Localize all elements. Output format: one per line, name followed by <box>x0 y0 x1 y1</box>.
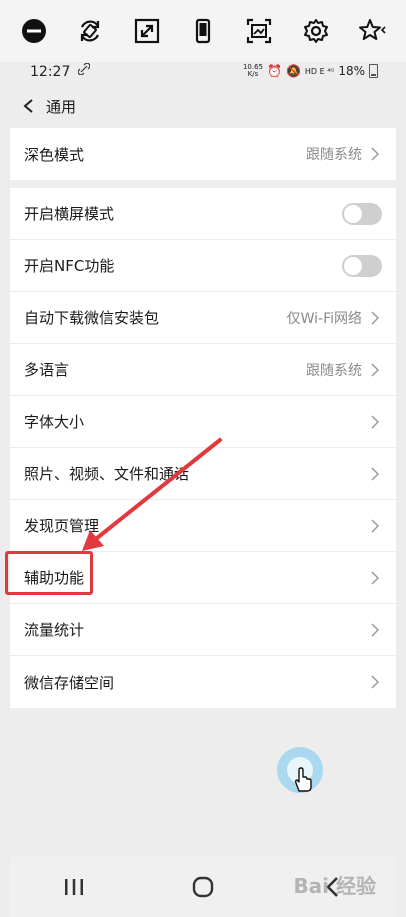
chevron-right-icon <box>366 361 384 379</box>
alarm-icon: ⏰ <box>266 64 282 78</box>
watermark: Bai 经验 <box>293 874 376 898</box>
link-icon <box>77 62 91 78</box>
nav-bar: 通用 <box>10 88 396 124</box>
chevron-right-icon <box>366 145 384 163</box>
row-label: 开启NFC功能 <box>24 257 115 275</box>
row-value: 仅Wi-Fi网络 <box>286 310 362 327</box>
landscape-toggle[interactable] <box>342 202 382 225</box>
minus-circle-icon[interactable] <box>17 14 51 48</box>
row-label: 多语言 <box>24 361 70 379</box>
status-indicators: 10.65 K/s ⏰ 🔕 HD E ⁴ᴳ 18% <box>243 64 378 78</box>
settings-row-data-usage[interactable]: 流量统计 <box>10 604 396 656</box>
battery-icon <box>369 64 378 78</box>
settings-row-font-size[interactable]: 字体大小 <box>10 396 396 448</box>
home-icon[interactable] <box>183 867 223 907</box>
settings-row-storage[interactable]: 微信存储空间 <box>10 656 396 708</box>
status-time: 12:27 <box>30 64 71 80</box>
settings-row-language[interactable]: 多语言 跟随系统 <box>10 344 396 396</box>
chevron-right-icon <box>366 413 384 431</box>
row-label: 开启横屏模式 <box>24 205 115 223</box>
network-speed: 10.65 K/s <box>242 63 263 78</box>
toggle-knob <box>344 256 362 275</box>
settings-row-dark-mode[interactable]: 深色模式 跟随系统 <box>10 128 396 180</box>
row-value: 跟随系统 <box>306 147 362 163</box>
signal-indicators: HD E ⁴ᴳ <box>304 66 335 76</box>
chevron-right-icon <box>366 465 384 483</box>
mute-icon: 🔕 <box>285 64 301 78</box>
page-title: 通用 <box>46 97 77 116</box>
star-icon[interactable] <box>355 14 389 48</box>
gear-icon[interactable] <box>299 14 333 48</box>
row-label: 照片、视频、文件和通话 <box>24 465 190 483</box>
settings-group-display: 深色模式 跟随系统 <box>10 128 396 180</box>
toggle-knob <box>344 204 362 223</box>
expand-icon[interactable] <box>130 14 164 48</box>
row-label: 深色模式 <box>24 145 85 164</box>
back-arrow-icon[interactable] <box>18 95 40 117</box>
chevron-right-icon <box>366 517 384 535</box>
highlight-box <box>5 551 93 595</box>
chevron-right-icon <box>366 621 384 639</box>
status-bar: 12:27 10.65 K/s ⏰ 🔕 HD E ⁴ᴳ 18% <box>10 62 396 84</box>
row-label: 自动下载微信安装包 <box>24 309 160 327</box>
chevron-right-icon <box>366 309 384 327</box>
phone-icon[interactable] <box>186 14 220 48</box>
settings-row-media[interactable]: 照片、视频、文件和通话 <box>10 448 396 500</box>
settings-row-discover[interactable]: 发现页管理 <box>10 500 396 552</box>
settings-row-nfc[interactable]: 开启NFC功能 <box>10 240 396 292</box>
row-label: 字体大小 <box>24 413 85 431</box>
hand-pointer-icon <box>294 767 312 792</box>
row-label: 流量统计 <box>24 621 85 639</box>
row-value: 跟随系统 <box>306 362 362 379</box>
battery-percent: 18% <box>338 64 365 78</box>
screenshot-icon[interactable] <box>242 14 276 48</box>
settings-row-landscape[interactable]: 开启横屏模式 <box>10 188 396 240</box>
phone-screen: 12:27 10.65 K/s ⏰ 🔕 HD E ⁴ᴳ 18% 通用 深色模式 … <box>10 62 396 917</box>
settings-group-general: 开启横屏模式 开启NFC功能 自动下载微信安装包 仅Wi-Fi网络 多语言 跟随… <box>10 188 396 708</box>
rotate-icon[interactable] <box>73 14 107 48</box>
capture-toolbar <box>0 0 406 62</box>
row-label: 发现页管理 <box>24 517 100 535</box>
nfc-toggle[interactable] <box>342 254 382 277</box>
chevron-right-icon <box>366 569 384 587</box>
settings-row-auto-download[interactable]: 自动下载微信安装包 仅Wi-Fi网络 <box>10 292 396 344</box>
recent-apps-icon[interactable] <box>54 867 94 907</box>
row-label: 微信存储空间 <box>24 673 115 692</box>
chevron-right-icon <box>366 673 384 691</box>
